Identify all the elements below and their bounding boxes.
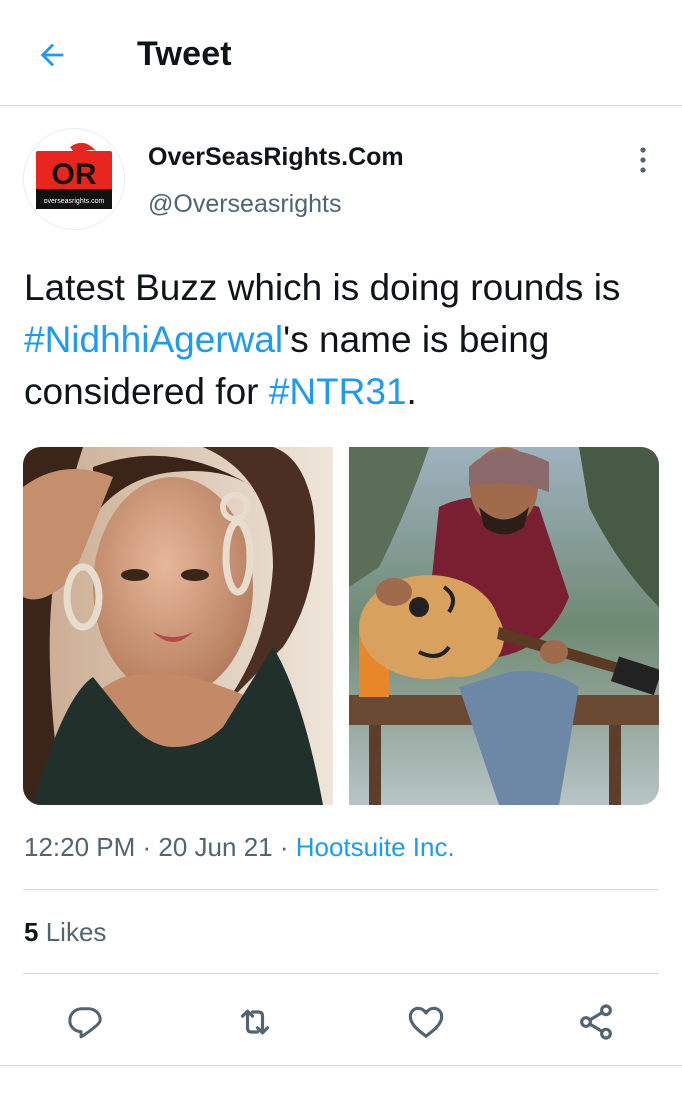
tweet-time: 12:20 PM [24, 832, 136, 862]
author-name[interactable]: OverSeasRights.Com [148, 143, 404, 172]
share-button[interactable] [570, 996, 622, 1048]
back-button[interactable] [30, 33, 74, 77]
tweet-date: 20 Jun 21 [158, 832, 273, 862]
like-button[interactable] [400, 996, 452, 1048]
likes-count[interactable]: 5 Likes [24, 917, 106, 948]
overseasrights-logo: OR overseasrights.com [24, 129, 124, 229]
top-bar: Tweet [0, 0, 682, 106]
meta-separator: · [135, 832, 159, 862]
more-vertical-icon [640, 147, 646, 173]
likes-label: Likes [45, 917, 107, 947]
heart-icon [408, 1006, 444, 1038]
author-handle[interactable]: @Overseasrights [148, 190, 342, 219]
tweet-image-1[interactable] [23, 447, 333, 805]
svg-text:OR: OR [52, 158, 97, 191]
hashtag-link[interactable]: #NTR31 [269, 371, 407, 412]
page-title: Tweet [137, 35, 232, 73]
divider [23, 889, 659, 890]
tweet-image-2[interactable] [349, 447, 659, 805]
retweet-button[interactable] [229, 996, 281, 1048]
avatar[interactable]: OR overseasrights.com [23, 128, 125, 230]
reply-button[interactable] [59, 996, 111, 1048]
divider [0, 1065, 682, 1066]
guitar-photo [349, 447, 659, 805]
reply-icon [68, 1007, 102, 1039]
meta-separator: · [272, 832, 296, 862]
retweet-icon [240, 1009, 270, 1035]
portrait-photo [23, 447, 333, 805]
tweet-text-segment: Latest Buzz which is doing rounds is [24, 267, 652, 308]
tweet-source-link[interactable]: Hootsuite Inc. [296, 832, 455, 862]
arrow-left-icon [40, 43, 64, 67]
svg-text:overseasrights.com: overseasrights.com [44, 198, 105, 205]
divider [23, 973, 659, 974]
tweet-text-segment: . [406, 371, 417, 412]
likes-number: 5 [24, 917, 39, 947]
tweet-text: Latest Buzz which is doing rounds is #Ni… [24, 262, 664, 418]
share-icon [580, 1004, 612, 1040]
more-options-button[interactable] [628, 140, 658, 180]
hashtag-link[interactable]: #NidhhiAgerwal [24, 319, 283, 360]
tweet-meta: 12:20 PM · 20 Jun 21 · Hootsuite Inc. [24, 832, 455, 863]
